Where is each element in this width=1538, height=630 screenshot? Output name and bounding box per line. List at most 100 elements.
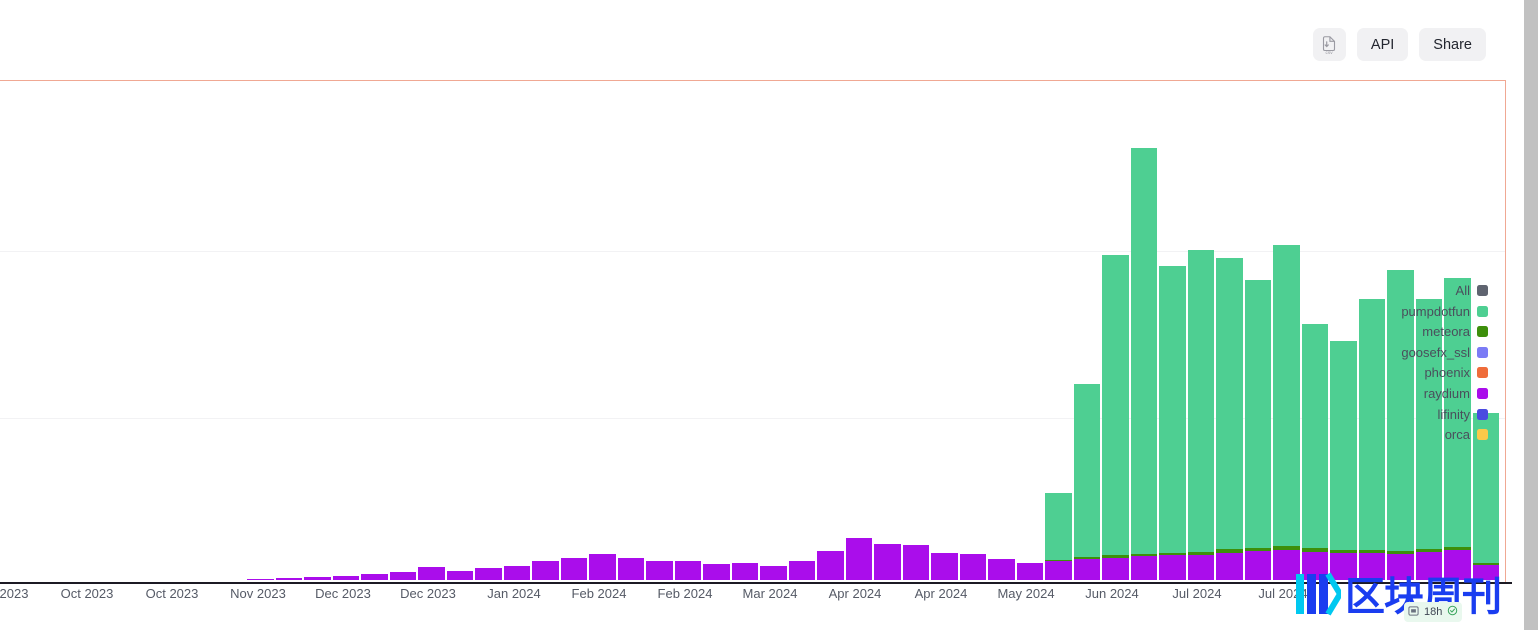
bar-stack[interactable] — [1130, 148, 1157, 580]
bar-stack[interactable] — [532, 561, 559, 580]
legend-item-label: phoenix — [1424, 365, 1470, 381]
bar-stack[interactable] — [560, 558, 587, 580]
legend-item-label: pumpdotfun — [1401, 303, 1470, 319]
bar-segment-raydium — [1330, 553, 1357, 580]
bar-segment-raydium — [418, 567, 445, 580]
legend-color-swatch — [1477, 346, 1488, 358]
x-tick-label: Dec 2023 — [400, 586, 456, 601]
bar-stack[interactable] — [304, 577, 331, 580]
bar-segment-pumpdotfun — [1216, 257, 1243, 550]
legend-item-pumpdotfun[interactable]: pumpdotfun — [1401, 304, 1488, 319]
bar-segment-raydium — [1016, 563, 1043, 580]
bar-stack[interactable] — [418, 567, 445, 580]
x-tick-label: Feb 2024 — [571, 586, 627, 601]
bar-segment-raydium — [1187, 555, 1214, 580]
bar-segment-raydium — [646, 561, 673, 580]
bar-stack[interactable] — [1045, 492, 1072, 580]
bar-stack[interactable] — [361, 574, 388, 580]
bar-segment-raydium — [560, 558, 587, 580]
legend-item-phoenix[interactable]: phoenix — [1424, 365, 1488, 380]
bar-stack[interactable] — [275, 578, 302, 580]
bar-stack[interactable] — [1102, 254, 1129, 580]
bar-stack[interactable] — [1216, 257, 1243, 580]
bar-segment-raydium — [1045, 561, 1072, 580]
bar-stack[interactable] — [646, 561, 673, 580]
bar-stack[interactable] — [1244, 279, 1271, 580]
watermark-status-badge: 18h — [1404, 602, 1463, 622]
bar-segment-raydium — [845, 537, 872, 580]
bar-stack[interactable] — [845, 537, 872, 580]
bar-stack[interactable] — [1358, 299, 1385, 580]
legend-item-lifinity[interactable]: lifinity — [1437, 407, 1488, 422]
bar-segment-raydium — [959, 554, 986, 580]
bar-segment-raydium — [389, 572, 416, 580]
bar-stack[interactable] — [1187, 249, 1214, 580]
bar-segment-raydium — [788, 561, 815, 580]
bar-stack[interactable] — [475, 568, 502, 580]
bar-segment-raydium — [1301, 552, 1328, 580]
legend-item-all[interactable]: All — [1456, 283, 1488, 298]
bar-segment-raydium — [703, 564, 730, 580]
chart-legend: All pumpdotfun meteora goosefx_sslphoenix ra… — [1401, 283, 1488, 442]
bar-stack[interactable] — [760, 566, 787, 580]
bar-stack[interactable] — [446, 571, 473, 580]
bar-stack[interactable] — [332, 576, 359, 580]
bar-segment-raydium — [503, 566, 530, 580]
bar-stack[interactable] — [731, 563, 758, 580]
bar-segment-raydium — [361, 574, 388, 580]
bar-stack[interactable] — [959, 554, 986, 580]
x-axis-tick-labels: 2023 Oct 2023 Oct 2023 Nov 2023 Dec 2023 Dec … — [0, 586, 1538, 612]
calendar-icon — [1408, 603, 1419, 621]
bar-stack[interactable] — [1273, 244, 1300, 580]
x-tick-label: May 2024 — [997, 586, 1055, 601]
bar-stack[interactable] — [874, 544, 901, 580]
share-button[interactable]: Share — [1419, 28, 1486, 61]
header-actions: csv API Share — [1312, 28, 1486, 61]
bar-stack[interactable] — [1016, 563, 1043, 580]
legend-item-orca[interactable]: orca — [1445, 427, 1488, 442]
legend-item-label: goosefx_ssl — [1401, 344, 1470, 360]
x-tick-label: 2023 — [0, 586, 29, 601]
bar-stack[interactable] — [1330, 340, 1357, 580]
bar-stack[interactable] — [988, 559, 1015, 580]
x-tick-label: Jan 2024 — [487, 586, 541, 601]
bar-segment-raydium — [1244, 551, 1271, 580]
bar-segment-raydium — [1130, 556, 1157, 580]
x-tick-label: Mar 2024 — [742, 586, 798, 601]
legend-item-raydium[interactable]: raydium — [1424, 386, 1488, 401]
bar-segment-pumpdotfun — [1358, 299, 1385, 551]
bar-segment-raydium — [1159, 555, 1186, 580]
download-csv-button[interactable]: csv — [1312, 28, 1346, 61]
bar-stack[interactable] — [788, 561, 815, 580]
bar-segment-raydium — [931, 553, 958, 580]
bar-stack[interactable] — [703, 564, 730, 580]
legend-item-goosefx-ssl[interactable]: goosefx_ssl — [1401, 345, 1488, 360]
bar-stack[interactable] — [617, 558, 644, 580]
bar-segment-raydium — [304, 577, 331, 580]
bar-segment-raydium — [589, 554, 616, 580]
x-tick-label: Oct 2023 — [60, 586, 114, 601]
bar-segment-raydium — [1415, 552, 1442, 580]
bar-stack[interactable] — [589, 554, 616, 580]
bar-stack[interactable] — [931, 553, 958, 580]
bar-stack[interactable] — [389, 572, 416, 580]
bar-stack[interactable] — [902, 545, 929, 580]
check-circle-icon — [1447, 603, 1458, 621]
x-tick-label: Nov 2023 — [230, 586, 286, 601]
bar-stack[interactable] — [817, 551, 844, 580]
bar-stack[interactable] — [247, 578, 274, 580]
bar-segment-pumpdotfun — [1045, 492, 1072, 561]
bar-segment-pumpdotfun — [1073, 384, 1100, 558]
x-tick-label: Apr 2024 — [914, 586, 968, 601]
bar-stack[interactable] — [674, 561, 701, 580]
legend-item-meteora[interactable]: meteora — [1422, 324, 1488, 339]
page-scrollbar[interactable] — [1524, 0, 1538, 630]
bar-segment-raydium — [332, 576, 359, 580]
api-button[interactable]: API — [1356, 28, 1409, 61]
bar-stack[interactable] — [1159, 265, 1186, 580]
legend-color-swatch — [1477, 429, 1488, 441]
bar-segment-raydium — [1216, 553, 1243, 580]
bar-stack[interactable] — [503, 566, 530, 580]
bar-stack[interactable] — [1301, 323, 1328, 580]
bar-stack[interactable] — [1073, 384, 1100, 580]
